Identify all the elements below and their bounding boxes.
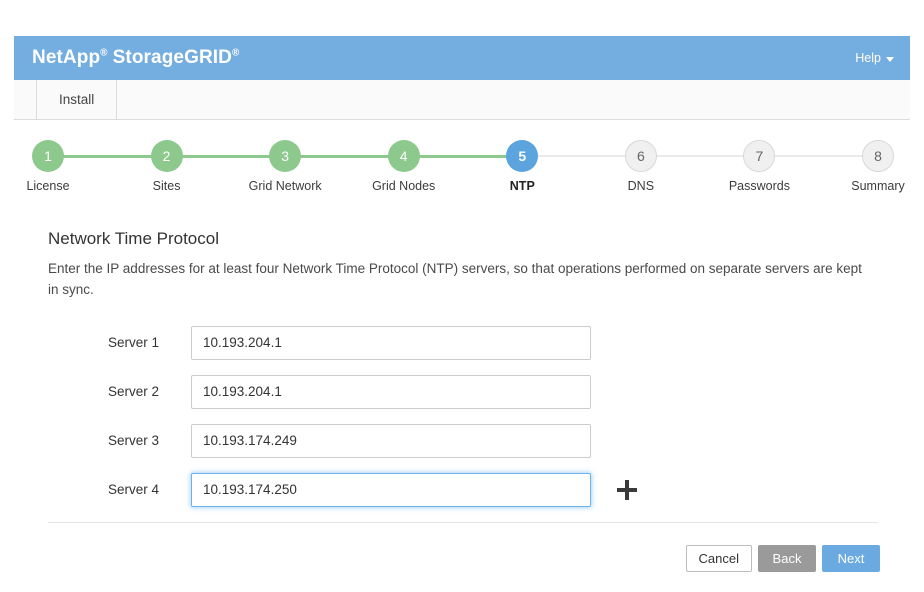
tab-install-label: Install [59, 92, 94, 107]
brand-storagegrid-registered: ® [232, 48, 239, 59]
stepper-step-label: DNS [593, 179, 689, 193]
stepper-step-label: Grid Network [237, 179, 333, 193]
stepper-step-number: 1 [32, 140, 64, 172]
stepper-step-number: 3 [269, 140, 301, 172]
brand-netapp: NetApp [32, 47, 100, 68]
back-button[interactable]: Back [758, 545, 816, 572]
ntp-server-label: Server 4 [48, 482, 191, 497]
stepper-step-license[interactable]: 1 License [0, 140, 96, 193]
app-header: NetApp®StorageGRID® Help [14, 36, 910, 80]
stepper-step-grid-nodes[interactable]: 4 Grid Nodes [356, 140, 452, 193]
stepper-connector [655, 155, 746, 157]
stepper-connector [536, 155, 627, 157]
chevron-down-icon [886, 57, 894, 62]
brand-storagegrid: StorageGRID [113, 47, 232, 68]
ntp-server-row: Server 2 [48, 367, 878, 416]
stepper-step-grid-network[interactable]: 3 Grid Network [237, 140, 333, 193]
stepper-step-number: 8 [862, 140, 894, 172]
stepper-step-label: Summary [830, 179, 924, 193]
ntp-server-form: Server 1 Server 2 Server 3 Server 4 [48, 318, 878, 514]
footer-divider [48, 522, 878, 523]
stepper-step-number: 4 [388, 140, 420, 172]
stepper-step-label: Sites [119, 179, 215, 193]
tab-bar: Install [14, 80, 910, 120]
stepper-step-label: Grid Nodes [356, 179, 452, 193]
cancel-button[interactable]: Cancel [686, 545, 752, 572]
page-title: Network Time Protocol [48, 229, 219, 249]
brand-netapp-registered: ® [100, 48, 107, 59]
ntp-server-label: Server 3 [48, 433, 191, 448]
ntp-server-2-input[interactable] [191, 375, 591, 409]
wizard-content: 1License2Sites3Grid Network4Grid Nodes5N… [14, 120, 910, 592]
stepper-step-label: Passwords [711, 179, 807, 193]
install-wizard-page: NetApp®StorageGRID® Help Install 1Licens… [0, 0, 924, 592]
stepper-step-dns[interactable]: 6 DNS [593, 140, 689, 193]
stepper-connector [181, 155, 272, 158]
ntp-server-row: Server 1 [48, 318, 878, 367]
stepper-step-number: 5 [506, 140, 538, 172]
stepper-connector [773, 155, 864, 157]
ntp-server-row: Server 4 [48, 465, 878, 514]
stepper-connector [299, 155, 390, 158]
ntp-server-1-input[interactable] [191, 326, 591, 360]
ntp-server-3-input[interactable] [191, 424, 591, 458]
wizard-stepper: 1License2Sites3Grid Network4Grid Nodes5N… [48, 140, 878, 202]
ntp-server-4-input[interactable] [191, 473, 591, 507]
stepper-step-number: 6 [625, 140, 657, 172]
stepper-step-sites[interactable]: 2 Sites [119, 140, 215, 193]
stepper-step-passwords[interactable]: 7 Passwords [711, 140, 807, 193]
stepper-connector [418, 155, 509, 158]
ntp-server-label: Server 1 [48, 335, 191, 350]
stepper-step-label: NTP [474, 179, 570, 193]
help-menu-label: Help [855, 51, 881, 65]
ntp-server-label: Server 2 [48, 384, 191, 399]
next-button[interactable]: Next [822, 545, 880, 572]
stepper-step-number: 2 [151, 140, 183, 172]
stepper-step-ntp[interactable]: 5 NTP [474, 140, 570, 193]
stepper-step-label: License [0, 179, 96, 193]
tab-install[interactable]: Install [36, 80, 117, 119]
stepper-step-number: 7 [743, 140, 775, 172]
stepper-step-summary[interactable]: 8 Summary [830, 140, 924, 193]
product-brand: NetApp®StorageGRID® [32, 47, 239, 69]
stepper-connector [62, 155, 153, 158]
help-menu-button[interactable]: Help [855, 51, 894, 65]
footer-actions: Cancel Back Next [686, 545, 880, 572]
page-description: Enter the IP addresses for at least four… [48, 259, 876, 301]
plus-icon[interactable] [616, 479, 638, 501]
ntp-server-row: Server 3 [48, 416, 878, 465]
